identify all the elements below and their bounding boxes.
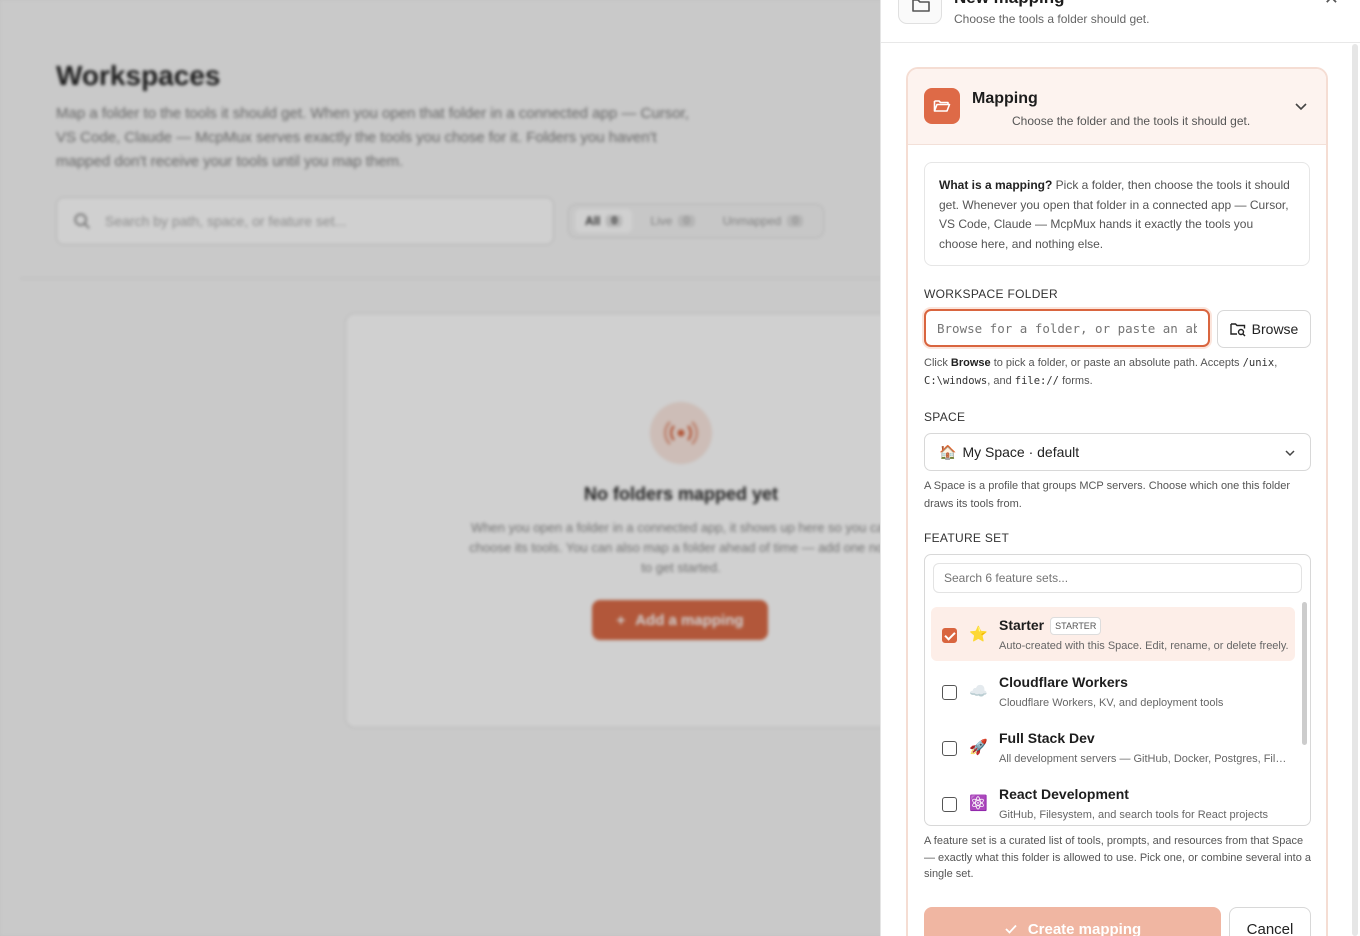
feature-set-scrollbar[interactable] (1302, 602, 1307, 745)
feature-set-desc: Auto-created with this Space. Edit, rena… (999, 640, 1289, 652)
feature-set-label: FEATURE SET (924, 531, 1010, 545)
section-subtitle: Choose the folder and the tools it shoul… (1012, 114, 1251, 128)
folder-open-icon (924, 88, 960, 124)
feature-set-name: Starter (999, 617, 1045, 633)
checkbox[interactable] (942, 741, 957, 756)
atom-icon: ⚛️ (969, 795, 988, 812)
drawer-footer: Create mapping Cancel (924, 907, 1314, 936)
folder-hint: Click Browse to pick a folder, or paste … (924, 357, 1278, 387)
check-icon (1005, 924, 1017, 934)
mapping-info-box: What is a mapping? Pick a folder, then c… (924, 162, 1310, 266)
folder-icon (898, 0, 942, 24)
checkbox[interactable] (942, 797, 957, 812)
rocket-icon: 🚀 (969, 739, 988, 756)
chevron-down-icon[interactable] (1294, 99, 1308, 113)
drawer-title: New mapping (954, 0, 1065, 8)
starter-badge: STARTER (1050, 617, 1102, 635)
feature-set-desc: Cloudflare Workers, KV, and deployment t… (999, 697, 1224, 709)
space-label: SPACE (924, 410, 966, 424)
feature-set-name: React Development (999, 786, 1129, 802)
chevron-down-icon (1285, 450, 1295, 457)
folder-search-icon (1229, 323, 1246, 337)
feature-set-list: ⭐ Starter STARTER Auto-created with this … (924, 554, 1311, 826)
space-value: My Space · default (962, 444, 1080, 460)
feature-set-desc: All development servers — GitHub, Docker… (999, 753, 1289, 765)
space-hint: A Space is a profile that groups MCP ser… (924, 480, 1291, 510)
section-title: Mapping (972, 90, 1038, 107)
checkbox[interactable] (942, 685, 957, 700)
mapping-section-header[interactable]: Mapping Choose the folder and the tools … (908, 69, 1326, 145)
feature-set-item[interactable]: ⭐ Starter STARTER Auto-created with this … (931, 607, 1295, 661)
mapping-section: Mapping Choose the folder and the tools … (906, 67, 1328, 936)
feature-set-name: Cloudflare Workers (999, 674, 1128, 690)
folder-path-input[interactable] (924, 309, 1210, 347)
drawer-scrollbar[interactable] (1352, 44, 1358, 936)
feature-set-search[interactable] (933, 563, 1302, 593)
feature-set-desc: GitHub, Filesystem, and search tools for… (999, 809, 1268, 821)
drawer-subtitle: Choose the tools a folder should get. (954, 12, 1150, 26)
space-select[interactable]: 🏠 My Space · default (924, 433, 1311, 471)
star-icon: ⭐ (969, 626, 988, 643)
feature-set-hint: A feature set is a curated list of tools… (924, 835, 1312, 880)
cancel-button[interactable]: Cancel (1229, 907, 1311, 936)
house-icon: 🏠 (939, 443, 957, 460)
feature-set-item[interactable]: 🚀 Full Stack Dev All development servers… (931, 720, 1295, 774)
create-mapping-button[interactable]: Create mapping (924, 907, 1221, 936)
drawer-header: New mapping Choose the tools a folder sh… (881, 0, 1360, 43)
checkbox[interactable] (942, 628, 957, 643)
browse-button[interactable]: Browse (1217, 310, 1311, 348)
feature-set-item[interactable]: ☁️ Cloudflare Workers Cloudflare Workers… (931, 664, 1295, 718)
new-mapping-drawer: New mapping Choose the tools a folder sh… (880, 0, 1360, 936)
feature-set-name: Full Stack Dev (999, 730, 1095, 746)
cloud-icon: ☁️ (969, 683, 988, 700)
close-icon[interactable]: ✕ (1324, 0, 1339, 9)
feature-set-item[interactable]: ⚛️ React Development GitHub, Filesystem,… (931, 776, 1295, 825)
folder-label: WORKSPACE FOLDER (924, 287, 1058, 301)
